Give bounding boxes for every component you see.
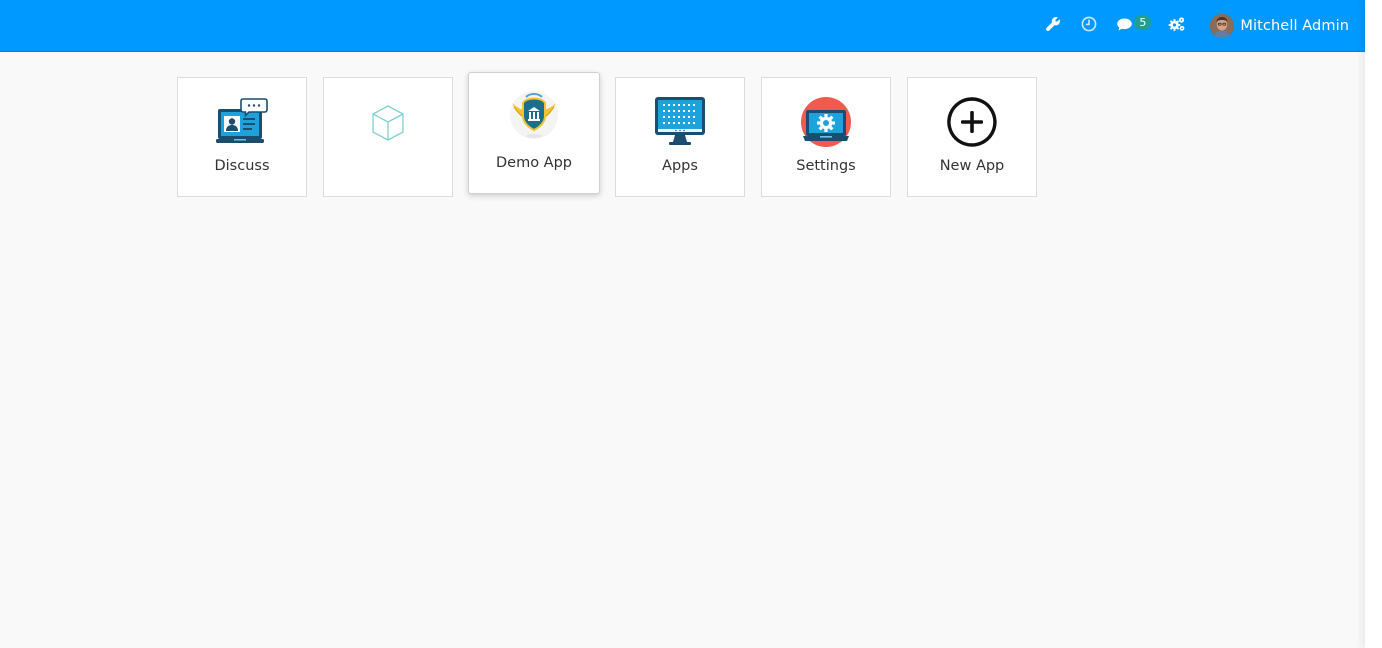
user-name: Mitchell Admin	[1240, 18, 1349, 34]
clock-icon	[1081, 16, 1097, 36]
settings-laptop-icon	[762, 96, 890, 148]
app-label: New App	[939, 158, 1005, 174]
home-menu: 5 Mitchell Admin Discuss Demo App Apps S…	[0, 0, 1365, 648]
app-label: Demo App	[495, 155, 573, 171]
plus-circle-icon	[908, 96, 1036, 148]
demo-app-emblem-icon	[469, 89, 599, 141]
switch-company-button[interactable]	[1168, 0, 1186, 52]
app-tile-demo-app[interactable]: Demo App	[468, 72, 600, 194]
user-menu[interactable]: Mitchell Admin	[1210, 0, 1349, 52]
app-label: Settings	[796, 158, 856, 174]
debug-menu-button[interactable]	[1045, 0, 1061, 52]
messaging-counter-badge: 5	[1134, 14, 1152, 30]
messaging-menu-button[interactable]: 5	[1116, 0, 1152, 52]
app-tile-settings[interactable]: Settings	[761, 77, 891, 197]
chat-icon	[1116, 17, 1133, 36]
avatar	[1210, 14, 1235, 38]
app-label: Apps	[662, 158, 698, 174]
app-tile-apps[interactable]: Apps	[615, 77, 745, 197]
app-tile-new-app[interactable]: New App	[907, 77, 1037, 197]
cube-icon	[324, 104, 452, 142]
activity-menu-button[interactable]	[1081, 0, 1097, 52]
wrench-icon	[1045, 16, 1061, 36]
discuss-icon	[178, 96, 306, 148]
apps-monitor-icon	[616, 96, 744, 148]
systray: 5 Mitchell Admin	[1045, 0, 1349, 52]
app-tile-discuss[interactable]: Discuss	[177, 77, 307, 197]
scroll-gutter	[1365, 0, 1382, 648]
app-tile-cube[interactable]	[323, 77, 453, 197]
gears-icon	[1168, 16, 1186, 36]
app-label: Discuss	[214, 158, 270, 174]
top-navbar: 5 Mitchell Admin	[0, 0, 1365, 52]
